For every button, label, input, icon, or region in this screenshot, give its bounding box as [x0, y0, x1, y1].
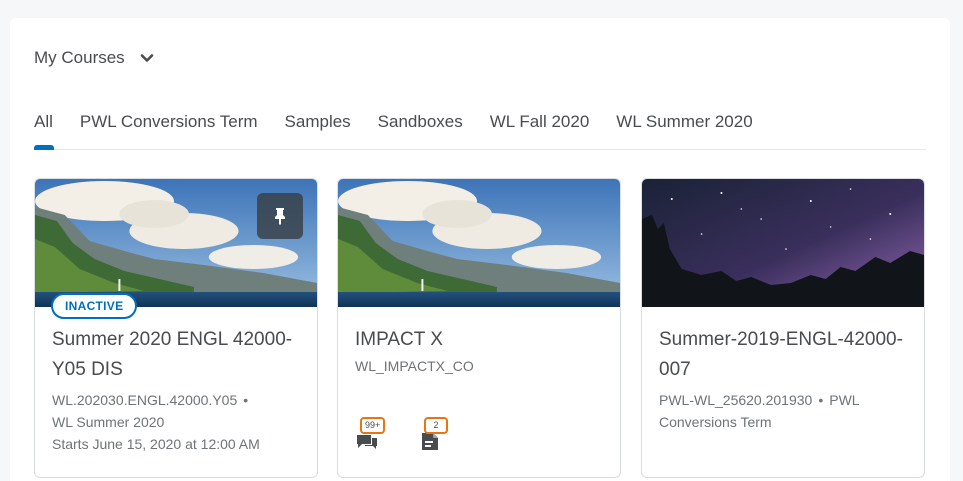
pin-icon: [275, 208, 285, 225]
course-code: WL.202030.ENGL.42000.Y05: [52, 392, 238, 408]
course-card[interactable]: Summer-2019-ENGL-42000-007 PWL-WL_25620.…: [641, 178, 925, 478]
tab-pwl-conversions-term[interactable]: PWL Conversions Term: [80, 110, 258, 149]
tab-wl-fall-2020[interactable]: WL Fall 2020: [490, 110, 590, 149]
course-title: IMPACT X: [355, 329, 443, 350]
notification-count: 2: [424, 417, 448, 434]
course-image: [338, 179, 620, 307]
card-body: IMPACT X WL_IMPACTX_CO: [355, 325, 606, 377]
chevron-down-icon[interactable]: [139, 50, 155, 66]
course-meta: WL.202030.ENGL.42000.Y05 • WL Summer 2020…: [52, 389, 303, 455]
tab-sandboxes[interactable]: Sandboxes: [378, 110, 463, 149]
widget-header: My Courses: [34, 48, 155, 68]
assignments-notification[interactable]: 2: [420, 417, 460, 453]
discussions-icon: [357, 435, 377, 449]
card-body: Summer-2019-ENGL-42000-007 PWL-WL_25620.…: [659, 325, 910, 433]
tab-samples[interactable]: Samples: [285, 110, 351, 149]
course-semester: WL Summer 2020: [52, 414, 165, 430]
course-image: [642, 179, 924, 307]
tab-label: All: [34, 112, 53, 131]
course-title: Summer 2020 ENGL 42000-Y05 DIS: [52, 329, 293, 380]
assignments-icon: [422, 433, 438, 450]
selected-tab-indicator: [34, 145, 54, 150]
notification-row: 99+ 2: [356, 417, 484, 453]
meta-separator: •: [818, 392, 824, 408]
notification-count: 99+: [360, 417, 386, 434]
discussions-notification[interactable]: 99+: [356, 417, 396, 453]
course-title: Summer-2019-ENGL-42000-007: [659, 329, 903, 380]
tab-all[interactable]: All: [34, 110, 54, 150]
widget-title: My Courses: [34, 48, 125, 67]
course-card[interactable]: IMPACT X WL_IMPACTX_CO 99+ 2: [337, 178, 621, 478]
my-courses-widget: My Courses All PWL Conversions Term Samp…: [10, 18, 950, 481]
course-start-date: Starts June 15, 2020 at 12:00 AM: [52, 436, 260, 452]
course-meta: WL_IMPACTX_CO: [355, 355, 606, 377]
course-meta: PWL-WL_25620.201930 • PWL Conversions Term: [659, 389, 910, 433]
tab-wl-summer-2020[interactable]: WL Summer 2020: [616, 110, 752, 149]
card-body: Summer 2020 ENGL 42000-Y05 DIS WL.202030…: [52, 325, 303, 455]
meta-separator: •: [243, 392, 249, 408]
tab-label: WL Fall 2020: [489, 112, 590, 131]
course-card[interactable]: INACTIVE Summer 2020 ENGL 42000-Y05 DIS …: [34, 178, 318, 478]
semester-tabs: All PWL Conversions Term Samples Sandbox…: [34, 110, 926, 150]
tab-label: Sandboxes: [377, 112, 463, 131]
tab-label: PWL Conversions Term: [79, 112, 258, 131]
course-code: PWL-WL_25620.201930: [659, 392, 813, 408]
course-code: WL_IMPACTX_CO: [355, 358, 474, 374]
tab-label: Samples: [284, 112, 351, 131]
pin-button[interactable]: [257, 193, 303, 239]
tab-label: WL Summer 2020: [616, 112, 753, 131]
inactive-badge: INACTIVE: [51, 293, 138, 319]
